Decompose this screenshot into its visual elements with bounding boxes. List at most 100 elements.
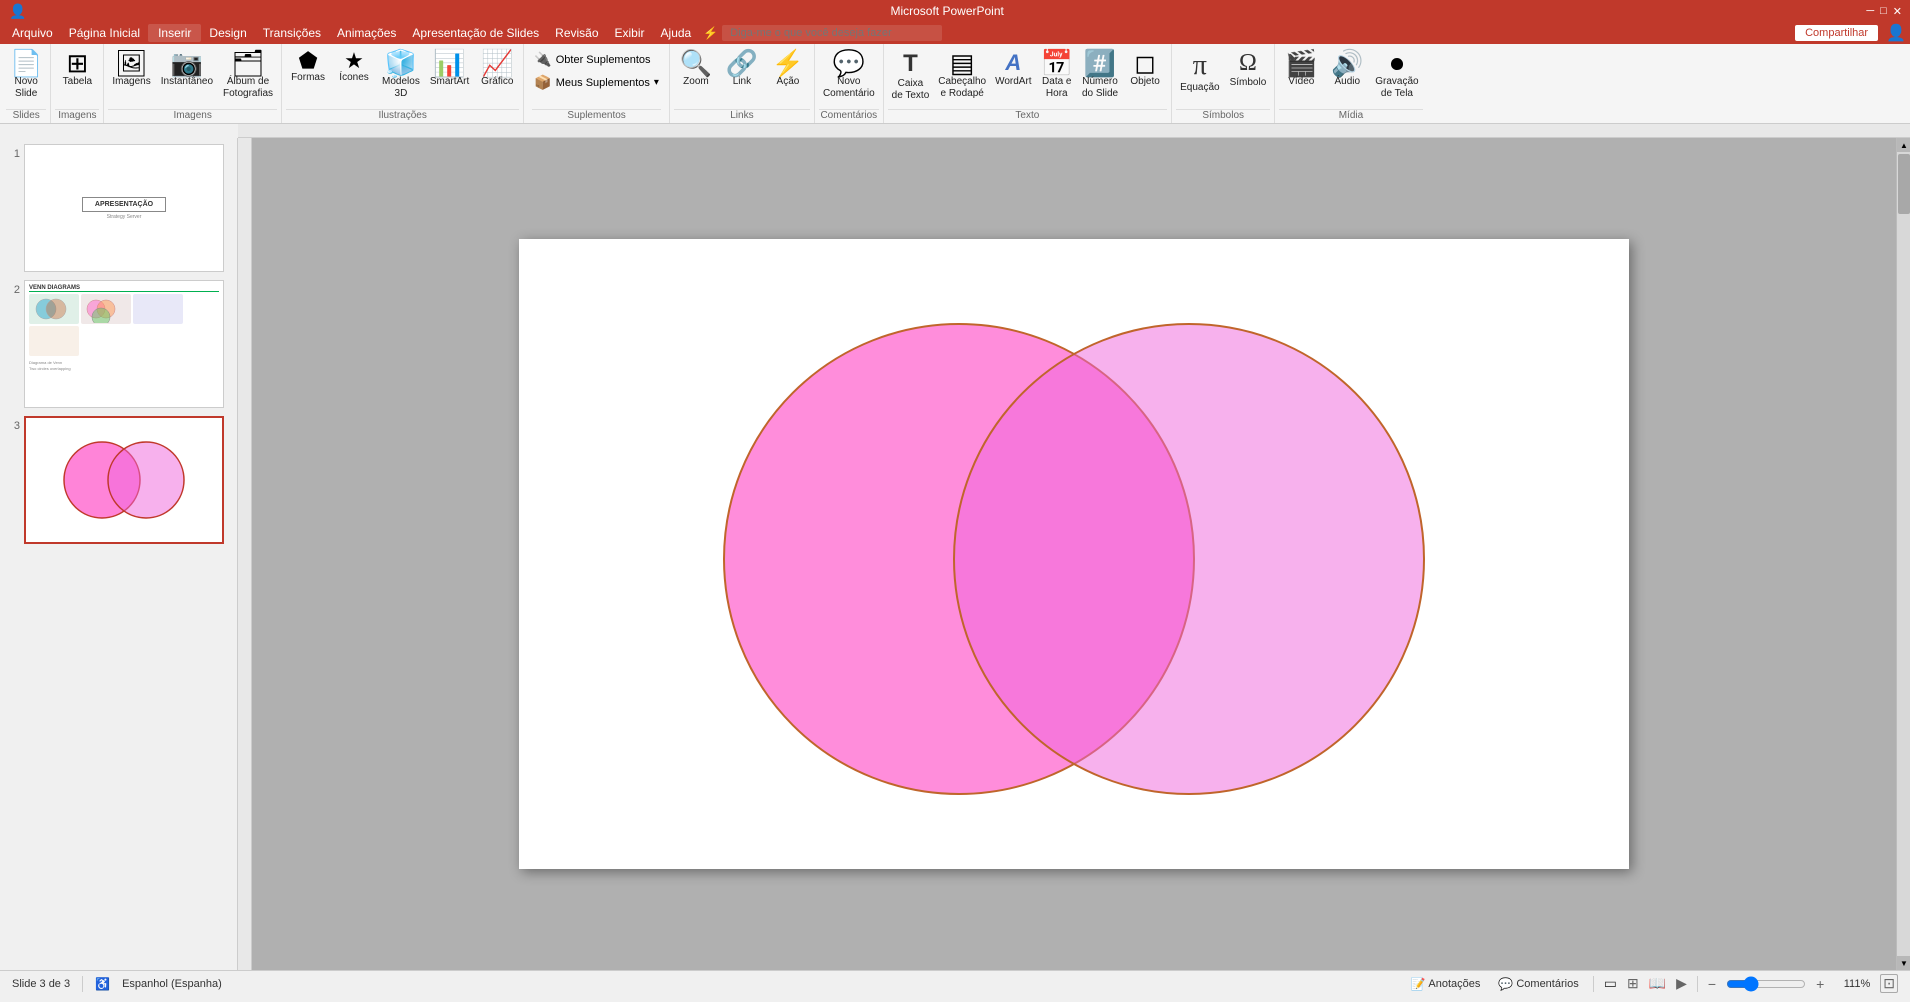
caixa-texto-button[interactable]: T Caixa de Texto xyxy=(888,48,934,104)
slide-img-3[interactable] xyxy=(24,416,224,544)
equacao-button[interactable]: π Equação xyxy=(1176,48,1223,96)
status-bar: Slide 3 de 3 ♿ Espanhol (Espanha) 📝 Anot… xyxy=(0,970,1910,996)
menu-apresentacao[interactable]: Apresentação de Slides xyxy=(404,24,547,42)
divider3 xyxy=(1697,976,1698,992)
numero-slide-button[interactable]: #️⃣ Número do Slide xyxy=(1078,48,1122,102)
anotacoes-button[interactable]: 📝 Anotações xyxy=(1406,975,1484,993)
menu-design[interactable]: Design xyxy=(201,24,254,42)
scroll-up[interactable]: ▲ xyxy=(1897,138,1910,152)
slide-canvas[interactable] xyxy=(519,239,1629,869)
venn-diagram[interactable] xyxy=(519,239,1629,869)
view-reading-button[interactable]: 📖 xyxy=(1649,975,1666,992)
slide-thumb-3[interactable]: 3 xyxy=(4,416,233,544)
grafico-button[interactable]: 📈 Gráfico xyxy=(475,48,519,90)
instantaneo-button[interactable]: 📷 Instantâneo xyxy=(157,48,217,90)
menu-revisao[interactable]: Revisão xyxy=(547,24,606,42)
canvas-scroll[interactable] xyxy=(252,138,1896,970)
divider2 xyxy=(1593,976,1594,992)
maximize-btn[interactable]: □ xyxy=(1880,5,1887,18)
zoom-button[interactable]: 🔍 Zoom xyxy=(674,48,718,90)
slide-thumb-2[interactable]: 2 VENN DIAGRAMS xyxy=(4,280,233,408)
canvas-area: ▲ ▼ xyxy=(238,138,1910,970)
slide1-title: APRESENTAÇÃO xyxy=(82,197,166,212)
acao-button[interactable]: ⚡ Ação xyxy=(766,48,810,90)
ribbon-group-midia: 🎬 Vídeo 🔊 Áudio ⏺ Gravação de Tela Mídia xyxy=(1275,44,1426,123)
fit-slide-button[interactable]: ⊡ xyxy=(1880,974,1898,993)
smartart-button[interactable]: 📊 SmartArt xyxy=(426,48,473,90)
link-button[interactable]: 🔗 Link xyxy=(720,48,764,90)
scroll-thumb[interactable] xyxy=(1898,154,1910,214)
view-presentation-button[interactable]: ▶ xyxy=(1676,975,1687,992)
view-normal-button[interactable]: ▭ xyxy=(1604,975,1617,992)
ribbon: 📄 Novo Slide Slides ⊞ Tabela Imagens 🖼 I… xyxy=(0,44,1910,124)
slide-img-1[interactable]: APRESENTAÇÃO Strategy Server xyxy=(24,144,224,272)
menu-ajuda[interactable]: Ajuda xyxy=(653,24,700,42)
slide-img-2[interactable]: VENN DIAGRAMS xyxy=(24,280,224,408)
zoom-in-button[interactable]: + xyxy=(1816,976,1824,992)
slides-group-label: Slides xyxy=(6,109,46,123)
formas-button[interactable]: ⬟ Formas xyxy=(286,48,330,86)
zoom-out-button[interactable]: − xyxy=(1708,976,1716,992)
links-group-label: Links xyxy=(674,109,810,123)
venn-circle-right[interactable] xyxy=(954,324,1424,794)
objeto-button[interactable]: ◻ Objeto xyxy=(1123,48,1167,90)
album-button[interactable]: 🗂 Álbum de Fotografias xyxy=(219,48,277,102)
ribbon-group-texto: T Caixa de Texto ▤ Cabeçalho e Rodapé A … xyxy=(884,44,1172,123)
obter-suplementos-button[interactable]: 🔌 Obter Suplementos xyxy=(532,50,652,69)
ruler-horizontal xyxy=(238,124,1910,138)
gravacao-tela-button[interactable]: ⏺ Gravação de Tela xyxy=(1371,48,1422,102)
minimize-btn[interactable]: ─ xyxy=(1866,5,1874,18)
menu-pagina-inicial[interactable]: Página Inicial xyxy=(61,24,148,42)
zoom-level[interactable]: 111% xyxy=(1834,978,1870,990)
slide-num-3: 3 xyxy=(4,416,20,432)
account-avatar[interactable]: 👤 xyxy=(1886,23,1906,43)
cabecalho-rodape-button[interactable]: ▤ Cabeçalho e Rodapé xyxy=(934,48,990,102)
video-button[interactable]: 🎬 Vídeo xyxy=(1279,48,1323,90)
comentarios-icon: 💬 xyxy=(1498,977,1513,991)
slide1-subtitle: Strategy Server xyxy=(107,214,142,220)
tabela-button[interactable]: ⊞ Tabela xyxy=(55,48,99,90)
menu-transicoes[interactable]: Transições xyxy=(255,24,329,42)
icones-button[interactable]: ★ Ícones xyxy=(332,48,376,86)
slide-panel: 1 APRESENTAÇÃO Strategy Server 2 VENN DI… xyxy=(0,138,238,970)
scroll-down[interactable]: ▼ xyxy=(1897,956,1910,970)
audio-button[interactable]: 🔊 Áudio xyxy=(1325,48,1369,90)
main-area: 1 APRESENTAÇÃO Strategy Server 2 VENN DI… xyxy=(0,138,1910,970)
ribbon-group-simbolos: π Equação Ω Símbolo Símbolos xyxy=(1172,44,1275,123)
menu-inserir[interactable]: Inserir xyxy=(148,24,201,42)
anotacoes-icon: 📝 xyxy=(1410,977,1425,991)
modelos3d-button[interactable]: 🧊 Modelos 3D xyxy=(378,48,424,102)
divider1 xyxy=(82,976,83,992)
account-icon[interactable]: 👤 xyxy=(8,3,28,20)
data-hora-button[interactable]: 📅 Data e Hora xyxy=(1037,48,1077,102)
slide-info: Slide 3 de 3 xyxy=(12,978,70,990)
slide-thumb-1[interactable]: 1 APRESENTAÇÃO Strategy Server xyxy=(4,144,233,272)
novo-slide-button[interactable]: 📄 Novo Slide xyxy=(6,48,46,102)
meus-suplementos-button[interactable]: 📦 Meus Suplementos ▾ xyxy=(532,73,661,92)
wordart-button[interactable]: A WordArt xyxy=(991,48,1036,90)
accessibility-icon[interactable]: ♿ xyxy=(95,977,110,991)
simbolo-button[interactable]: Ω Símbolo xyxy=(1226,48,1271,91)
zoom-range-input[interactable] xyxy=(1726,976,1806,992)
suplementos-group-label: Suplementos xyxy=(532,109,661,123)
menu-bar: Arquivo Página Inicial Inserir Design Tr… xyxy=(0,22,1910,44)
menu-exibir[interactable]: Exibir xyxy=(607,24,653,42)
slide-num-2: 2 xyxy=(4,280,20,296)
comentarios-group-label: Comentários xyxy=(819,109,879,123)
search-input[interactable] xyxy=(722,25,942,41)
slide2-title: VENN DIAGRAMS xyxy=(29,285,219,292)
scroll-track[interactable] xyxy=(1897,152,1910,956)
zoom-slider[interactable] xyxy=(1726,976,1806,992)
imagens-button[interactable]: 🖼 Imagens xyxy=(108,48,154,90)
novo-comentario-button[interactable]: 💬 Novo Comentário xyxy=(819,48,879,102)
ribbon-group-slides: 📄 Novo Slide Slides xyxy=(2,44,51,123)
menu-arquivo[interactable]: Arquivo xyxy=(4,24,61,42)
ribbon-group-imagens: 🖼 Imagens 📷 Instantâneo 🗂 Álbum de Fotog… xyxy=(104,44,282,123)
view-slide-sorter-button[interactable]: ⊞ xyxy=(1627,975,1639,992)
menu-animacoes[interactable]: Animações xyxy=(329,24,404,42)
close-btn[interactable]: ✕ xyxy=(1893,5,1902,18)
comentarios-label: Comentários xyxy=(1516,978,1578,990)
comentarios-button[interactable]: 💬 Comentários xyxy=(1494,975,1582,993)
share-button[interactable]: Compartilhar xyxy=(1795,25,1878,41)
vertical-scrollbar[interactable]: ▲ ▼ xyxy=(1896,138,1910,970)
